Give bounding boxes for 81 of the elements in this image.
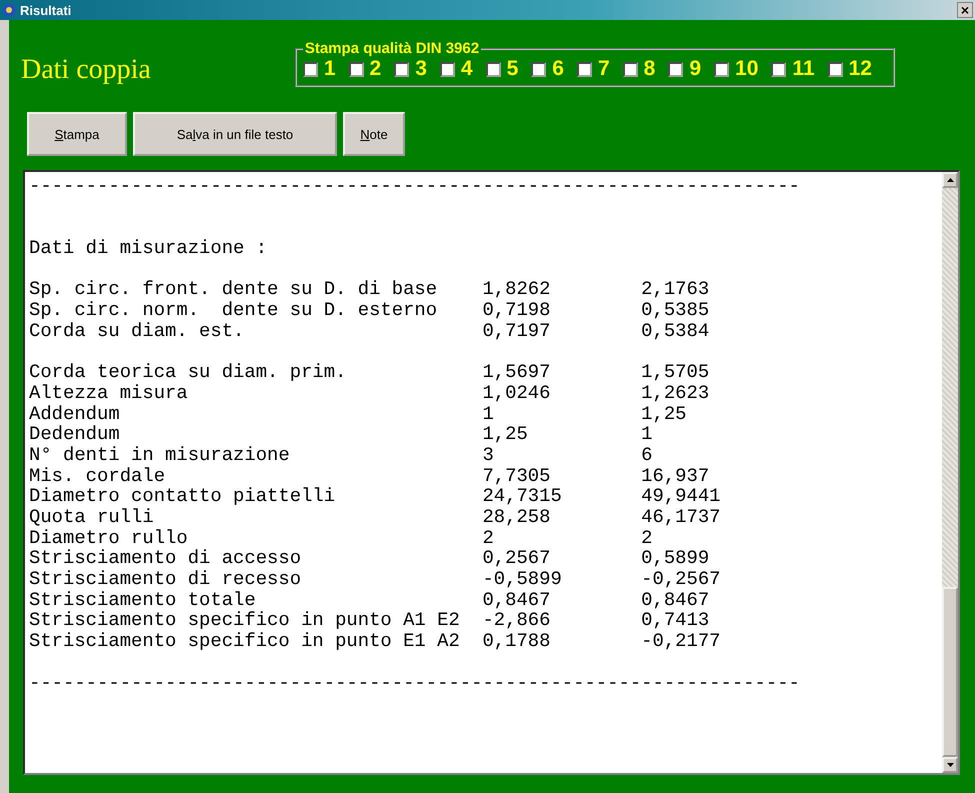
scroll-down-button[interactable] — [942, 757, 958, 773]
section-heading: Dati di misurazione : — [29, 238, 268, 259]
quality-checkbox[interactable]: 12 — [828, 57, 872, 81]
row-label: Strisciamento specifico in punto A1 E2 — [29, 609, 460, 632]
row-value: 2 — [482, 526, 494, 549]
row-label: N° denti in misurazione — [29, 444, 290, 466]
quality-checkbox[interactable]: 6 — [531, 57, 564, 81]
row-value: 1,5697 — [482, 361, 550, 384]
row-value: 1,25 — [641, 402, 686, 425]
row-label: Altezza misura — [29, 382, 188, 404]
group-legend: Stampa qualità DIN 3962 — [302, 40, 482, 57]
row-label: Diametro rullo — [29, 526, 188, 549]
row-value: 16,937 — [641, 464, 710, 487]
quality-checkbox[interactable]: 3 — [394, 57, 427, 81]
scrollbar[interactable] — [942, 172, 958, 773]
row-value: 1,0246 — [482, 382, 550, 404]
row-value: 0,8467 — [641, 588, 710, 611]
report-text-area[interactable] — [23, 170, 960, 775]
quality-checkbox[interactable]: 4 — [440, 57, 473, 81]
dashed-rule: -------------------------------------------------------------------- — [29, 672, 800, 694]
row-label: Corda su diam. est. — [29, 320, 244, 342]
row-value: 1 — [641, 423, 652, 446]
row-value: -0,2567 — [641, 568, 720, 590]
row-value: 24,7315 — [482, 485, 562, 508]
row-value: 0,7198 — [482, 299, 550, 322]
row-label: Strisciamento di accesso — [29, 547, 302, 570]
row-value: 1,8262 — [482, 278, 550, 300]
down-arrow-icon — [946, 763, 954, 767]
row-value: 1,2623 — [641, 382, 710, 404]
row-value: 0,5899 — [641, 547, 710, 570]
row-value: 49,9441 — [641, 485, 720, 508]
quality-checkbox[interactable]: 7 — [576, 57, 610, 81]
row-label: Strisciamento di recesso — [29, 568, 302, 590]
row-value: 3 — [482, 444, 494, 466]
row-value: 28,258 — [482, 506, 550, 528]
row-label: Sp. circ. norm. dente su D. esterno — [29, 299, 438, 322]
quality-checkbox[interactable]: 9 — [668, 57, 702, 81]
row-value: 1,5705 — [641, 361, 710, 384]
app-icon — [2, 3, 16, 17]
row-value: 0,8467 — [482, 588, 550, 611]
row-label: Corda teorica su diam. prim. — [29, 361, 346, 384]
row-label: Quota rulli — [29, 506, 154, 528]
row-value: 1,25 — [482, 423, 528, 446]
row-value: 2 — [641, 526, 652, 549]
row-value: 0,7413 — [641, 609, 710, 632]
row-value: -0,2177 — [641, 630, 720, 652]
row-label: Strisciamento specifico in punto E1 A2 — [29, 630, 460, 652]
row-label: Mis. cordale — [29, 464, 166, 487]
row-label: Diametro contatto piattelli — [29, 485, 336, 508]
quality-checkbox[interactable]: 1 — [302, 57, 336, 81]
row-value: 0,1788 — [482, 630, 550, 652]
scroll-thumb[interactable] — [942, 587, 958, 757]
row-value: -0,5899 — [482, 568, 562, 590]
action-button[interactable]: Salva in un file testo — [133, 112, 337, 156]
quality-checkbox[interactable]: 5 — [486, 57, 518, 81]
row-label: Strisciamento totale — [29, 588, 256, 611]
quality-checkbox[interactable]: 11 — [771, 57, 815, 81]
quality-checkbox[interactable]: 8 — [622, 57, 656, 81]
row-value: 0,2567 — [482, 547, 550, 570]
quality-checkbox[interactable]: 2 — [348, 57, 382, 81]
row-value: 7,7305 — [482, 464, 550, 487]
row-value: 2,1763 — [641, 278, 710, 300]
row-value: 46,1737 — [641, 506, 720, 528]
row-value: 6 — [641, 444, 652, 466]
dashed-rule: -------------------------------------------------------------------- — [29, 176, 800, 197]
window-title: Risultati — [20, 2, 72, 18]
row-label: Addendum — [29, 402, 120, 425]
scroll-up-button[interactable] — [942, 172, 958, 188]
row-value: 1 — [482, 402, 494, 425]
row-value: -2,866 — [482, 609, 550, 632]
row-value: 0,7197 — [482, 320, 550, 342]
heading: Dati coppia — [21, 54, 151, 86]
action-button[interactable]: Note — [343, 112, 405, 156]
row-label: Sp. circ. front. dente su D. di base — [29, 278, 438, 300]
up-arrow-icon — [946, 178, 954, 182]
quality-checkbox[interactable]: 10 — [714, 57, 758, 81]
close-button[interactable]: × — [957, 2, 973, 18]
row-value: 0,5384 — [641, 320, 710, 342]
action-button[interactable]: Stampa — [27, 112, 127, 156]
row-label: Dedendum — [29, 423, 120, 446]
row-value: 0,5385 — [641, 299, 710, 322]
